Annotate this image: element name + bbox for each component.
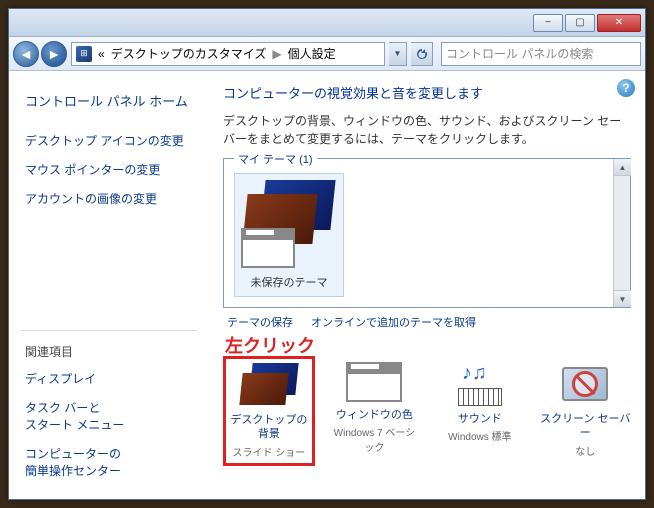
annotation-left-click: 左クリック xyxy=(223,332,631,358)
titlebar: − ▢ ✕ xyxy=(9,9,645,37)
scroll-up[interactable]: ▲ xyxy=(614,159,631,176)
link-desktop-background[interactable]: デスクトップの背景 スライド ショー xyxy=(223,356,315,466)
search-input[interactable]: コントロール パネルの検索 xyxy=(441,42,641,66)
nav-buttons: ◄ ► xyxy=(13,41,67,67)
bottom-sub: スライド ショー xyxy=(228,444,310,459)
link-online-themes[interactable]: オンラインで追加のテーマを取得 xyxy=(311,314,476,330)
close-button[interactable]: ✕ xyxy=(597,14,641,32)
bottom-label: ウィンドウの色 xyxy=(329,408,420,422)
themes-group: マイ テーマ (1) 未保存のテーマ ▲ ▼ xyxy=(223,158,631,308)
help-icon[interactable]: ? xyxy=(617,79,635,97)
sidebar-related-display[interactable]: ディスプレイ xyxy=(21,364,197,393)
link-window-color[interactable]: ウィンドウの色 Windows 7 ベーシック xyxy=(329,362,420,466)
control-panel-icon: ⊞ xyxy=(76,46,92,62)
link-screensaver[interactable]: スクリーン セーバー なし xyxy=(540,362,631,466)
theme-caption: 未保存のテーマ xyxy=(241,274,337,290)
breadcrumb-sep: ▶ xyxy=(272,47,281,61)
page-desc: デスクトップの背景、ウィンドウの色、サウンド、およびスクリーン セーバーをまとめ… xyxy=(223,112,631,148)
sidebar-related-ease[interactable]: コンピューターの 簡単操作センター xyxy=(21,439,197,485)
maximize-button[interactable]: ▢ xyxy=(565,14,595,32)
theme-links: テーマの保存 オンラインで追加のテーマを取得 xyxy=(223,308,631,330)
sidebar-related-head: 関連項目 xyxy=(21,339,197,364)
address-bar[interactable]: ⊞ « デスクトップのカスタマイズ ▶ 個人設定 xyxy=(71,42,385,66)
scroll-down[interactable]: ▼ xyxy=(614,290,631,307)
bottom-sub: なし xyxy=(540,443,631,458)
sidebar-link-mouse-pointer[interactable]: マウス ポインターの変更 xyxy=(21,155,197,184)
back-button[interactable]: ◄ xyxy=(13,41,39,67)
themes-group-label: マイ テーマ (1) xyxy=(234,151,317,167)
sidebar: コントロール パネル ホーム デスクトップ アイコンの変更 マウス ポインターの… xyxy=(9,71,209,499)
sidebar-separator xyxy=(21,330,197,331)
sound-icon: ♪♫ xyxy=(452,362,508,406)
refresh-icon xyxy=(416,48,428,60)
bottom-sub: Windows 7 ベーシック xyxy=(329,424,420,454)
link-sound[interactable]: ♪♫ サウンド Windows 標準 xyxy=(434,362,525,466)
refresh-button[interactable] xyxy=(411,42,433,66)
wallpaper-icon xyxy=(239,363,299,407)
bottom-label: サウンド xyxy=(434,412,525,426)
sidebar-related-taskbar[interactable]: タスク バーと スタート メニュー xyxy=(21,393,197,439)
sidebar-link-desktop-icons[interactable]: デスクトップ アイコンの変更 xyxy=(21,126,197,155)
bottom-row: デスクトップの背景 スライド ショー ウィンドウの色 Windows 7 ベーシ… xyxy=(223,362,631,466)
theme-thumb xyxy=(241,180,337,268)
window-mini-icon xyxy=(241,228,295,268)
bottom-label: デスクトップの背景 xyxy=(228,413,310,442)
breadcrumb-1[interactable]: デスクトップのカスタマイズ xyxy=(111,45,267,62)
sidebar-link-account-picture[interactable]: アカウントの画像の変更 xyxy=(21,184,197,213)
address-dropdown[interactable]: ▼ xyxy=(389,42,407,66)
window-color-icon xyxy=(346,362,402,402)
sidebar-home[interactable]: コントロール パネル ホーム xyxy=(21,85,197,116)
theme-item-unsaved[interactable]: 未保存のテーマ xyxy=(234,173,344,297)
screensaver-icon xyxy=(557,362,613,406)
minimize-button[interactable]: − xyxy=(533,14,563,32)
breadcrumb-2[interactable]: 個人設定 xyxy=(288,45,336,62)
forward-button[interactable]: ► xyxy=(41,41,67,67)
bottom-sub: Windows 標準 xyxy=(434,428,525,443)
bottom-label: スクリーン セーバー xyxy=(540,412,631,441)
window: − ▢ ✕ ◄ ► ⊞ « デスクトップのカスタマイズ ▶ 個人設定 ▼ コント… xyxy=(8,8,646,500)
link-save-theme[interactable]: テーマの保存 xyxy=(227,314,293,330)
content: ? コンピューターの視覚効果と音を変更します デスクトップの背景、ウィンドウの色… xyxy=(209,71,645,499)
breadcrumb-prefix: « xyxy=(98,47,105,61)
page-heading: コンピューターの視覚効果と音を変更します xyxy=(223,83,631,102)
body: コントロール パネル ホーム デスクトップ アイコンの変更 マウス ポインターの… xyxy=(9,71,645,499)
toolbar: ◄ ► ⊞ « デスクトップのカスタマイズ ▶ 個人設定 ▼ コントロール パネ… xyxy=(9,37,645,71)
scrollbar[interactable]: ▲ ▼ xyxy=(613,159,630,307)
